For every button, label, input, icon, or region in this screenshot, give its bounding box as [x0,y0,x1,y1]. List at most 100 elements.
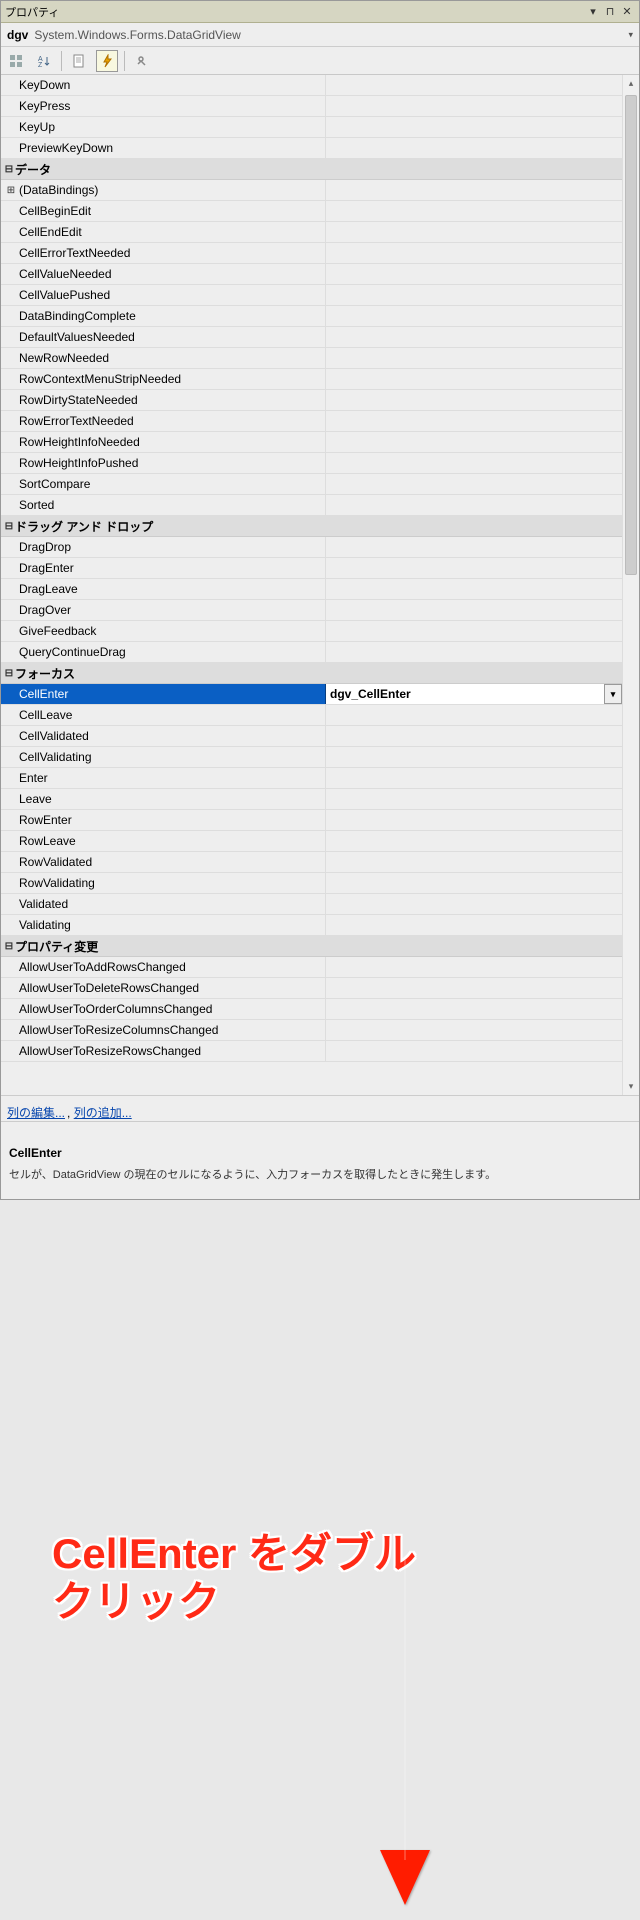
property-row[interactable]: CellBeginEdit [1,201,622,222]
property-name-cell[interactable]: DataBindingComplete [1,306,326,326]
panel-titlebar[interactable]: プロパティ ▾ ⊓ ✕ [1,1,639,23]
object-selector[interactable]: dgv System.Windows.Forms.DataGridView ▾ [1,23,639,47]
property-row[interactable]: DefaultValuesNeeded [1,327,622,348]
property-row[interactable]: DataBindingComplete [1,306,622,327]
property-row[interactable]: PreviewKeyDown [1,138,622,159]
property-value-cell[interactable] [326,327,622,347]
property-value-cell[interactable] [326,285,622,305]
property-row[interactable]: RowLeave [1,831,622,852]
property-value-cell[interactable] [326,537,622,557]
property-value-cell[interactable] [326,579,622,599]
category-header[interactable]: ⊟フォーカス [1,663,622,684]
property-name-cell[interactable]: Enter [1,768,326,788]
property-row[interactable]: CellValueNeeded [1,264,622,285]
property-pages-button[interactable] [131,50,153,72]
vertical-scrollbar[interactable]: ▴ ▾ [622,75,639,1095]
property-row[interactable]: AllowUserToAddRowsChanged [1,957,622,978]
property-name-cell[interactable]: RowHeightInfoPushed [1,453,326,473]
property-row[interactable]: DragOver [1,600,622,621]
property-value-cell[interactable] [326,201,622,221]
property-row[interactable]: RowHeightInfoPushed [1,453,622,474]
property-name-cell[interactable]: KeyPress [1,96,326,116]
property-row[interactable]: RowEnter [1,810,622,831]
property-value-cell[interactable] [326,138,622,158]
property-name-cell[interactable]: RowLeave [1,831,326,851]
property-row[interactable]: CellEnterdgv_CellEnter▾ [1,684,622,705]
property-name-cell[interactable]: ⊞(DataBindings) [1,180,326,200]
property-value-cell[interactable] [326,810,622,830]
property-row[interactable]: Leave [1,789,622,810]
property-row[interactable]: Sorted [1,495,622,516]
property-name-cell[interactable]: DragDrop [1,537,326,557]
property-row[interactable]: KeyPress [1,96,622,117]
property-name-cell[interactable]: CellValidating [1,747,326,767]
property-value-cell[interactable] [326,1041,622,1061]
property-name-cell[interactable]: GiveFeedback [1,621,326,641]
property-value-cell[interactable] [326,222,622,242]
property-name-cell[interactable]: AllowUserToOrderColumnsChanged [1,999,326,1019]
property-name-cell[interactable]: AllowUserToAddRowsChanged [1,957,326,977]
property-row[interactable]: DragDrop [1,537,622,558]
property-name-cell[interactable]: RowHeightInfoNeeded [1,432,326,452]
properties-tab-button[interactable] [68,50,90,72]
categorized-view-button[interactable] [5,50,27,72]
property-value-cell[interactable] [326,75,622,95]
property-row[interactable]: DragEnter [1,558,622,579]
property-value-cell[interactable] [326,999,622,1019]
property-name-cell[interactable]: PreviewKeyDown [1,138,326,158]
property-name-cell[interactable]: AllowUserToDeleteRowsChanged [1,978,326,998]
property-row[interactable]: RowHeightInfoNeeded [1,432,622,453]
property-value-cell[interactable]: dgv_CellEnter▾ [326,684,622,704]
property-row[interactable]: QueryContinueDrag [1,642,622,663]
property-name-cell[interactable]: CellErrorTextNeeded [1,243,326,263]
property-row[interactable]: GiveFeedback [1,621,622,642]
edit-columns-link[interactable]: 列の編集... [7,1106,65,1120]
close-icon[interactable]: ✕ [619,5,635,19]
scroll-down-button[interactable]: ▾ [623,1078,639,1095]
property-value-cell[interactable] [326,96,622,116]
property-value-cell[interactable] [326,852,622,872]
events-tab-button[interactable] [96,50,118,72]
scroll-thumb[interactable] [625,95,637,575]
property-value-cell[interactable] [326,915,622,935]
property-name-cell[interactable]: KeyDown [1,75,326,95]
property-row[interactable]: RowValidated [1,852,622,873]
property-value-cell[interactable] [326,726,622,746]
property-row[interactable]: CellValuePushed [1,285,622,306]
property-value-cell[interactable] [326,411,622,431]
property-value-cell[interactable] [326,621,622,641]
value-dropdown-button[interactable]: ▾ [604,684,622,704]
property-name-cell[interactable]: AllowUserToResizeRowsChanged [1,1041,326,1061]
property-row[interactable]: CellValidated [1,726,622,747]
add-column-link[interactable]: 列の追加... [74,1106,132,1120]
property-value-cell[interactable] [326,474,622,494]
property-name-cell[interactable]: QueryContinueDrag [1,642,326,662]
collapse-icon[interactable]: ⊟ [3,668,15,679]
property-value-cell[interactable] [326,957,622,977]
property-name-cell[interactable]: AllowUserToResizeColumnsChanged [1,1020,326,1040]
window-dropdown-icon[interactable]: ▾ [585,5,601,19]
property-value-cell[interactable] [326,180,622,200]
property-name-cell[interactable]: RowValidating [1,873,326,893]
property-name-cell[interactable]: CellEnter [1,684,326,704]
expand-icon[interactable]: ⊞ [5,185,17,196]
property-name-cell[interactable]: Leave [1,789,326,809]
property-row[interactable]: DragLeave [1,579,622,600]
property-row[interactable]: KeyDown [1,75,622,96]
property-name-cell[interactable]: NewRowNeeded [1,348,326,368]
property-row[interactable]: AllowUserToDeleteRowsChanged [1,978,622,999]
property-name-cell[interactable]: DragLeave [1,579,326,599]
property-value-cell[interactable] [326,642,622,662]
property-value-cell[interactable] [326,117,622,137]
property-value-cell[interactable] [326,432,622,452]
property-value-cell[interactable] [326,264,622,284]
property-value-cell[interactable] [326,705,622,725]
property-row[interactable]: CellErrorTextNeeded [1,243,622,264]
property-row[interactable]: ⊞(DataBindings) [1,180,622,201]
property-name-cell[interactable]: CellEndEdit [1,222,326,242]
property-value-cell[interactable] [326,894,622,914]
property-value-cell[interactable] [326,600,622,620]
property-name-cell[interactable]: Validating [1,915,326,935]
property-value-cell[interactable] [326,1020,622,1040]
category-header[interactable]: ⊟データ [1,159,622,180]
